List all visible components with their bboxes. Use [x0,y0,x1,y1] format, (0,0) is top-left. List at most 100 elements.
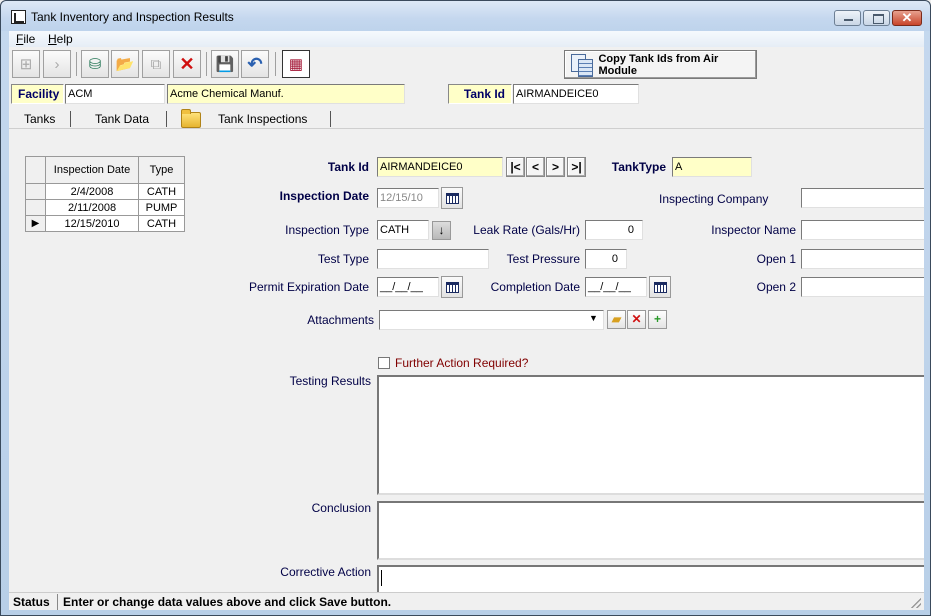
inspections-grid: Inspection Date Type 2/4/2008 CATH 2/11/… [25,156,185,232]
row-selector-header [25,156,46,184]
database-add-icon: ⛁ [88,56,102,73]
toolbar-separator [76,52,77,76]
client-area: File Help ⊞ › ⛁ 📂 ⧉ ✕ 💾 ↶ ▦ Copy Tank Id… [9,31,924,592]
inspection-type-dropdown-button[interactable]: ↓ [432,221,451,240]
cell-inspection-date[interactable]: 2/11/2008 [45,199,139,216]
inspection-type-label: Inspection Type [285,223,369,237]
tank-type-field[interactable]: A [672,157,752,177]
table-row[interactable]: 2/4/2008 CATH [25,183,185,200]
completion-date-calendar-button[interactable] [649,276,671,298]
permit-expiration-calendar-button[interactable] [441,276,463,298]
calendar-icon [445,192,459,204]
close-button[interactable]: ✕ [892,10,922,26]
copy-button[interactable]: ⧉ [142,50,170,78]
table-row[interactable]: ▶ 12/15/2010 CATH [25,215,185,232]
open-folder-icon: ▰ [611,312,622,326]
menu-help[interactable]: Help [48,32,73,46]
cell-type[interactable]: CATH [138,215,185,232]
inspector-name-field[interactable] [801,220,924,240]
tab-tank-data[interactable]: Tank Data [95,112,149,126]
open2-field[interactable] [801,277,924,297]
completion-date-field[interactable]: __/__/__ [585,277,647,297]
first-record-button[interactable]: |< [506,157,525,177]
cell-type[interactable]: CATH [138,183,185,200]
open1-label: Open 1 [756,252,796,266]
tab-strip: Tanks Tank Data Tank Inspections [9,109,924,129]
facility-name-field[interactable]: Acme Chemical Manuf. [167,84,405,104]
delete-button[interactable]: ✕ [173,50,201,78]
open-folder-button[interactable]: 📂 [111,50,139,78]
open2-label: Open 2 [756,280,796,294]
menu-help-label: elp [56,32,73,46]
column-header-type[interactable]: Type [138,156,185,184]
row-selector[interactable] [25,183,46,200]
tab-separator [330,111,331,127]
facility-code-field[interactable]: ACM [65,84,165,104]
attachment-delete-button[interactable]: ✕ [627,310,646,329]
copy-tank-ids-button[interactable]: Copy Tank Ids from Air Module [564,50,757,79]
tank-id-label: Tank Id [327,160,369,174]
toolbar-separator [275,52,276,76]
toolbar-separator [206,52,207,76]
calendar-grid-button[interactable]: ▦ [282,50,310,78]
calendar-grid-icon: ▦ [288,56,304,73]
next-record-button[interactable]: > [546,157,565,177]
menu-bar: File Help [9,31,924,47]
header-tank-id-label: Tank Id [448,84,512,104]
leak-rate-field[interactable]: 0 [585,220,643,240]
resize-grip-icon[interactable] [911,598,921,608]
database-add-button[interactable]: ⛁ [81,50,109,78]
inspection-type-field[interactable]: CATH [377,220,429,240]
current-row-indicator-icon[interactable]: ▶ [25,215,46,232]
cell-inspection-date[interactable]: 12/15/2010 [45,215,139,232]
status-message: Enter or change data values above and cl… [63,595,392,609]
row-selector[interactable] [25,199,46,216]
undo-icon: ↶ [247,53,263,74]
plus-icon: + [653,312,661,326]
minimize-button[interactable] [834,10,861,26]
menu-file[interactable]: File [16,32,35,46]
conclusion-textarea[interactable] [377,501,924,560]
next-button[interactable]: › [43,50,71,78]
further-action-checkbox[interactable] [378,357,390,369]
tree-view-button[interactable]: ⊞ [12,50,40,78]
header-tank-id-field[interactable]: AIRMANDEICE0 [513,84,639,104]
inspecting-company-field[interactable] [801,188,924,208]
status-bar: Status Enter or change data values above… [9,592,924,610]
grid-header-row: Inspection Date Type [25,156,185,184]
cell-type[interactable]: PUMP [138,199,185,216]
attachment-open-button[interactable]: ▰ [607,310,626,329]
previous-record-button[interactable]: < [526,157,545,177]
last-record-button[interactable]: >| [567,157,586,177]
cell-inspection-date[interactable]: 2/4/2008 [45,183,139,200]
open1-field[interactable] [801,249,924,269]
calendar-icon [445,281,459,293]
permit-expiration-date-field[interactable]: __/__/__ [377,277,439,297]
maximize-button[interactable] [863,10,890,26]
title-bar: Tank Inventory and Inspection Results ✕ [1,1,930,31]
inspecting-company-label: Inspecting Company [659,192,769,206]
attachments-label: Attachments [307,313,374,327]
undo-button[interactable]: ↶ [241,50,269,78]
calendar-icon [653,281,667,293]
tank-id-field[interactable]: AIRMANDEICE0 [377,157,503,177]
menu-help-accel: H [48,32,57,46]
tab-tank-inspections[interactable]: Tank Inspections [218,112,307,126]
attachments-dropdown-arrow-icon[interactable]: ▼ [589,313,598,323]
status-label: Status [13,595,50,609]
inspection-date-field[interactable]: 12/15/10 [377,188,439,208]
tab-tanks[interactable]: Tanks [24,112,55,126]
further-action-label: Further Action Required? [395,356,529,370]
attachment-add-button[interactable]: + [648,310,667,329]
testing-results-textarea[interactable] [377,375,924,495]
corrective-action-textarea[interactable] [377,565,924,592]
close-icon: ✕ [901,10,913,25]
table-row[interactable]: 2/11/2008 PUMP [25,199,185,216]
inspection-date-calendar-button[interactable] [441,187,463,209]
conclusion-label: Conclusion [311,501,371,515]
test-pressure-field[interactable]: 0 [585,249,627,269]
test-type-field[interactable] [377,249,489,269]
column-header-inspection-date[interactable]: Inspection Date [45,156,139,184]
attachments-select[interactable] [379,310,604,330]
save-button[interactable]: 💾 [211,50,239,78]
